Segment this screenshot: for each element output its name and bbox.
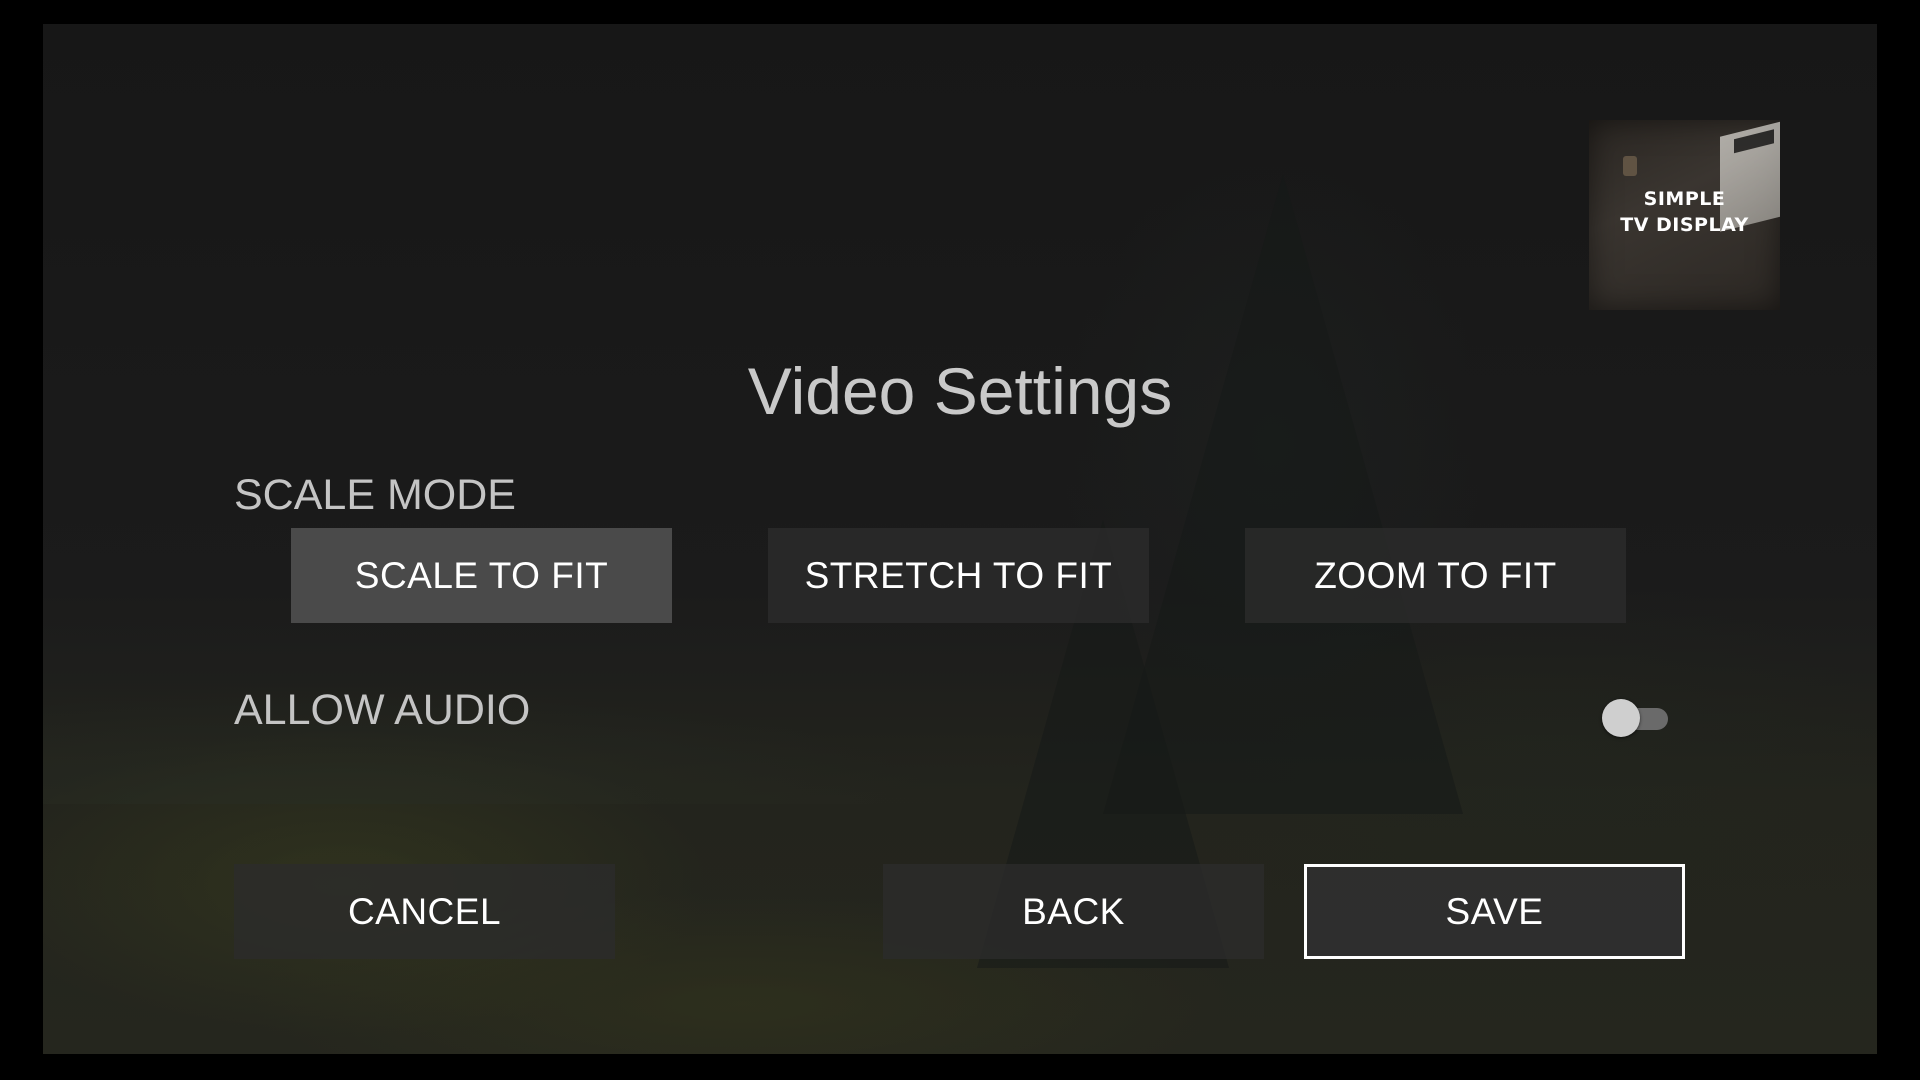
- zoom-to-fit-button[interactable]: ZOOM TO FIT: [1245, 528, 1626, 623]
- stretch-to-fit-button[interactable]: STRETCH TO FIT: [768, 528, 1149, 623]
- allow-audio-toggle[interactable]: [1602, 698, 1672, 738]
- allow-audio-label: ALLOW AUDIO: [234, 686, 531, 734]
- cancel-button[interactable]: CANCEL: [234, 864, 615, 959]
- toggle-thumb: [1602, 699, 1640, 737]
- logo-lamp-image: [1623, 156, 1637, 176]
- save-button[interactable]: SAVE: [1304, 864, 1685, 959]
- app-logo: SIMPLE TV DISPLAY: [1589, 120, 1780, 310]
- scale-mode-label: SCALE MODE: [234, 471, 516, 519]
- tv-screen: SIMPLE TV DISPLAY Video Settings SCALE M…: [43, 24, 1877, 1054]
- back-button[interactable]: BACK: [883, 864, 1264, 959]
- logo-text: SIMPLE TV DISPLAY: [1589, 186, 1780, 238]
- logo-line-1: SIMPLE: [1643, 188, 1726, 210]
- scale-to-fit-button[interactable]: SCALE TO FIT: [291, 528, 672, 623]
- logo-line-2: TV DISPLAY: [1620, 214, 1749, 236]
- page-title: Video Settings: [747, 354, 1173, 428]
